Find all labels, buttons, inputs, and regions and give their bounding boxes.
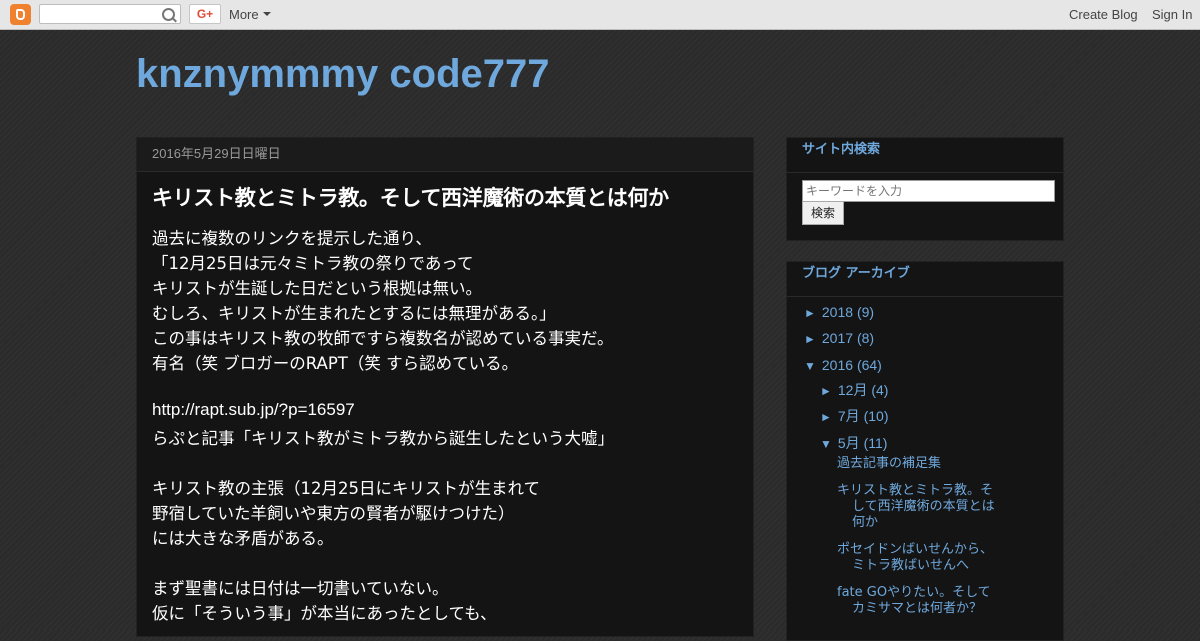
- post-line: 「12月25日は元々ミトラ教の祭りであって: [152, 254, 474, 273]
- post-line: この事はキリスト教の牧師ですら複数名が認めている事実だ。: [152, 329, 614, 348]
- expand-arrow-icon[interactable]: ►: [804, 332, 818, 346]
- archive-year-2018[interactable]: ► 2018 (9): [804, 304, 874, 320]
- expand-arrow-icon[interactable]: ►: [804, 306, 818, 320]
- sign-in-link[interactable]: Sign In: [1152, 7, 1192, 22]
- expand-arrow-icon[interactable]: ►: [820, 410, 834, 424]
- date-header: 2016年5月29日日曜日: [137, 138, 753, 172]
- archive-month-label[interactable]: 5月: [838, 435, 860, 451]
- search-widget-title: サイト内検索: [787, 138, 1063, 173]
- search-icon[interactable]: [162, 8, 175, 21]
- archive-count: (4): [871, 382, 889, 398]
- main-post-area: 2016年5月29日日曜日 キリスト教とミトラ教。そして西洋魔術の本質とは何か …: [136, 137, 754, 637]
- archive-count: (9): [856, 304, 875, 320]
- post-line: キリスト教の主張（12月25日にキリストが生まれて: [152, 479, 540, 498]
- navbar-search-input[interactable]: [39, 4, 181, 24]
- post-title[interactable]: キリスト教とミトラ教。そして西洋魔術の本質とは何か: [152, 182, 669, 212]
- post-line: 仮に「そういう事」が本当にあったとしても、: [152, 604, 497, 623]
- create-blog-link[interactable]: Create Blog: [1069, 7, 1138, 22]
- expand-arrow-icon[interactable]: ►: [820, 384, 834, 398]
- archive-month-12[interactable]: ► 12月 (4): [820, 380, 888, 400]
- blogger-logo-icon[interactable]: [10, 4, 31, 25]
- collapse-arrow-icon[interactable]: ▼: [804, 359, 818, 373]
- blogger-navbar: G+ More Create Blog Sign In: [0, 0, 1200, 30]
- archive-post-link[interactable]: キリスト教とミトラ教。そして西洋魔術の本質とは何か: [837, 483, 1002, 531]
- archive-year-label[interactable]: 2016: [822, 357, 853, 373]
- post-line: むしろ、キリストが生まれたとするには無理がある。」: [152, 304, 556, 323]
- post-link-url[interactable]: http://rapt.sub.jp/?p=16597: [152, 400, 742, 425]
- site-search-input[interactable]: [802, 180, 1055, 202]
- archive-count: (64): [856, 357, 882, 373]
- archive-month-7[interactable]: ► 7月 (10): [820, 406, 888, 426]
- post-line: 過去に複数のリンクを提示した通り、: [152, 229, 432, 248]
- post-line-blank: [152, 550, 742, 575]
- archive-post-link[interactable]: ポセイドンばいせんから、ミトラ教ばいせんへ: [837, 542, 1002, 574]
- archive-year-2017[interactable]: ► 2017 (8): [804, 330, 874, 346]
- google-plus-button[interactable]: G+: [189, 4, 221, 24]
- archive-count: (11): [863, 435, 888, 451]
- blog-archive-widget: ブログ アーカイブ ► 2018 (9) ► 2017 (8) ▼ 2016 (…: [786, 261, 1064, 641]
- post-line: キリストが生誕した日だという根拠は無い。: [152, 279, 482, 298]
- post-date: 2016年5月29日日曜日: [152, 146, 281, 161]
- collapse-arrow-icon[interactable]: ▼: [820, 437, 834, 451]
- archive-month-label[interactable]: 7月: [838, 408, 860, 424]
- post-line: まず聖書には日付は一切書いていない。: [152, 579, 449, 598]
- more-menu-button[interactable]: More: [229, 7, 259, 22]
- post-line: 有名（笑 ブロガーのRAPT（笑 すら認めている。: [152, 354, 519, 373]
- site-search-widget: サイト内検索 検索: [786, 137, 1064, 241]
- archive-widget-title: ブログ アーカイブ: [787, 262, 1063, 297]
- archive-year-2016[interactable]: ▼ 2016 (64): [804, 357, 882, 373]
- archive-year-label[interactable]: 2017: [822, 330, 853, 346]
- archive-year-label[interactable]: 2018: [822, 304, 853, 320]
- post-line: 野宿していた羊飼いや東方の賢者が駆けつけた）: [152, 504, 515, 523]
- post-line-blank: [152, 375, 742, 400]
- chevron-down-icon[interactable]: [263, 12, 271, 16]
- post-line: らぷと記事「キリスト教がミトラ教から誕生したという大嘘」: [152, 429, 614, 448]
- archive-month-label[interactable]: 12月: [838, 382, 868, 398]
- archive-post-link[interactable]: fate GOやりたい。そしてカミサマとは何者か？: [837, 585, 1002, 617]
- archive-count: (10): [863, 408, 889, 424]
- archive-post-list: 過去記事の補足集 キリスト教とミトラ教。そして西洋魔術の本質とは何か ポセイドン…: [837, 456, 1002, 628]
- blog-title[interactable]: knznymmmy code777: [136, 52, 550, 97]
- archive-month-5[interactable]: ▼ 5月 (11): [820, 433, 887, 453]
- post-body: 過去に複数のリンクを提示した通り、 「12月25日は元々ミトラ教の祭りであって …: [152, 225, 742, 625]
- post-line-blank: [152, 450, 742, 475]
- archive-count: (8): [856, 330, 875, 346]
- search-button[interactable]: 検索: [802, 201, 844, 225]
- post-line: には大きな矛盾がある。: [152, 529, 334, 548]
- archive-post-link[interactable]: 過去記事の補足集: [837, 456, 1002, 472]
